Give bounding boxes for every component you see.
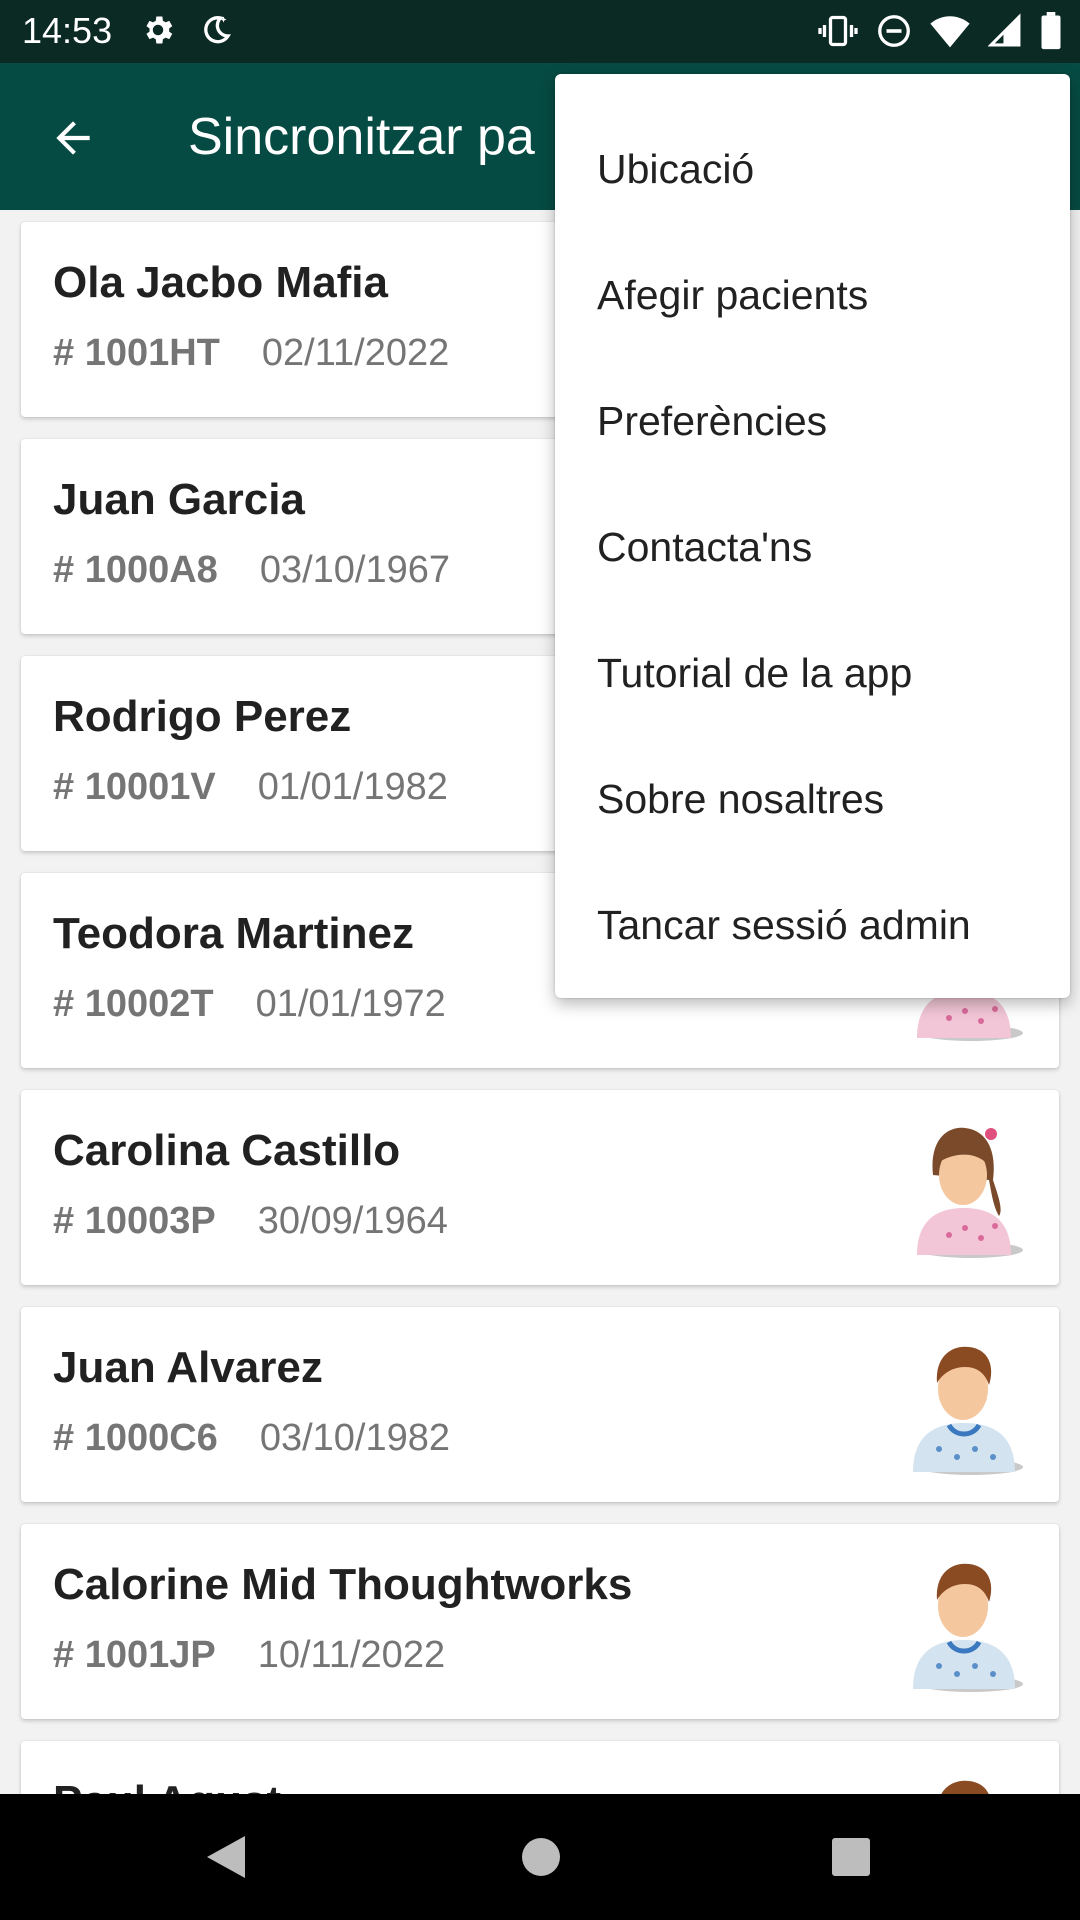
patient-id: # 1001JP bbox=[53, 1634, 216, 1676]
patient-birthdate: 01/01/1982 bbox=[257, 766, 448, 808]
patient-card[interactable]: Juan Alvarez # 1000C6 03/10/1982 bbox=[21, 1307, 1059, 1502]
overflow-menu: Ubicació Afegir pacients Preferències Co… bbox=[555, 74, 1070, 998]
status-bar: 14:53 bbox=[0, 0, 1080, 63]
patient-id: # 1000C6 bbox=[53, 1417, 218, 1459]
signal-icon bbox=[988, 13, 1022, 49]
patient-name: Calorine Mid Thoughtworks bbox=[53, 1560, 633, 1609]
menu-item-sobre-nosaltres[interactable]: Sobre nosaltres bbox=[555, 736, 1070, 862]
wifi-icon bbox=[930, 13, 970, 49]
settings-icon bbox=[140, 12, 176, 48]
patient-id: # 1001HT bbox=[53, 332, 220, 374]
patient-name: Rodrigo Perez bbox=[53, 692, 352, 741]
patient-details: # 10002T 01/01/1972 bbox=[53, 983, 446, 1026]
recents-square-icon[interactable] bbox=[830, 1834, 872, 1885]
patient-details: # 1000A8 03/10/1967 bbox=[53, 549, 450, 592]
patient-details: # 10003P 30/09/1964 bbox=[53, 1200, 448, 1243]
status-time: 14:53 bbox=[22, 10, 113, 51]
male-patient-avatar-icon bbox=[899, 1771, 1029, 1794]
menu-item-ubicacio[interactable]: Ubicació bbox=[555, 106, 1070, 232]
patient-birthdate: 30/09/1964 bbox=[257, 1200, 448, 1242]
status-right-icons bbox=[818, 12, 1062, 50]
status-left-icons bbox=[140, 12, 234, 48]
patient-name: Ola Jacbo Mafia bbox=[53, 258, 389, 307]
menu-item-afegir-pacients[interactable]: Afegir pacients bbox=[555, 232, 1070, 358]
arrow-left-icon[interactable] bbox=[48, 113, 98, 163]
patient-card[interactable]: Calorine Mid Thoughtworks # 1001JP 10/11/… bbox=[21, 1524, 1059, 1719]
page-title: Sincronitzar pa bbox=[188, 108, 535, 166]
patient-name: Teodora Martinez bbox=[53, 909, 415, 958]
patient-card[interactable]: Carolina Castillo # 10003P 30/09/1964 bbox=[21, 1090, 1059, 1285]
home-circle-icon[interactable] bbox=[520, 1834, 562, 1885]
patient-name: Paul Agust bbox=[53, 1777, 281, 1794]
menu-item-contactans[interactable]: Contacta'ns bbox=[555, 484, 1070, 610]
menu-item-preferencies[interactable]: Preferències bbox=[555, 358, 1070, 484]
patient-birthdate: 10/11/2022 bbox=[257, 1634, 446, 1676]
patient-name: Juan Alvarez bbox=[53, 1343, 323, 1392]
menu-item-tancar-sessio[interactable]: Tancar sessió admin bbox=[555, 862, 1070, 988]
female-patient-avatar-icon bbox=[899, 1120, 1029, 1260]
patient-id: # 1000A8 bbox=[53, 549, 218, 591]
patient-birthdate: 03/10/1967 bbox=[259, 549, 450, 591]
patient-details: # 1001HT 02/11/2022 bbox=[53, 332, 449, 375]
patient-details: # 1000C6 03/10/1982 bbox=[53, 1417, 450, 1460]
patient-id: # 10001V bbox=[53, 766, 216, 808]
patient-id: # 10002T bbox=[53, 983, 214, 1025]
patient-name: Juan Garcia bbox=[53, 475, 305, 524]
patient-birthdate: 02/11/2022 bbox=[261, 332, 450, 374]
moon-icon bbox=[198, 12, 234, 48]
battery-icon bbox=[1040, 12, 1062, 50]
patient-name: Carolina Castillo bbox=[53, 1126, 401, 1175]
patient-details: # 1001JP 10/11/2022 bbox=[53, 1634, 445, 1677]
male-patient-avatar-icon bbox=[899, 1337, 1029, 1477]
vibrate-icon bbox=[818, 13, 858, 49]
patient-birthdate: 01/01/1972 bbox=[255, 983, 446, 1025]
patient-details: # 10001V 01/01/1982 bbox=[53, 766, 448, 809]
dnd-icon bbox=[876, 13, 912, 49]
menu-item-tutorial[interactable]: Tutorial de la app bbox=[555, 610, 1070, 736]
navigation-bar bbox=[0, 1794, 1080, 1920]
male-patient-avatar-icon bbox=[899, 1554, 1029, 1694]
back-triangle-icon[interactable] bbox=[205, 1834, 247, 1885]
patient-birthdate: 03/10/1982 bbox=[259, 1417, 450, 1459]
patient-card[interactable]: Paul Agust bbox=[21, 1741, 1059, 1794]
patient-id: # 10003P bbox=[53, 1200, 216, 1242]
